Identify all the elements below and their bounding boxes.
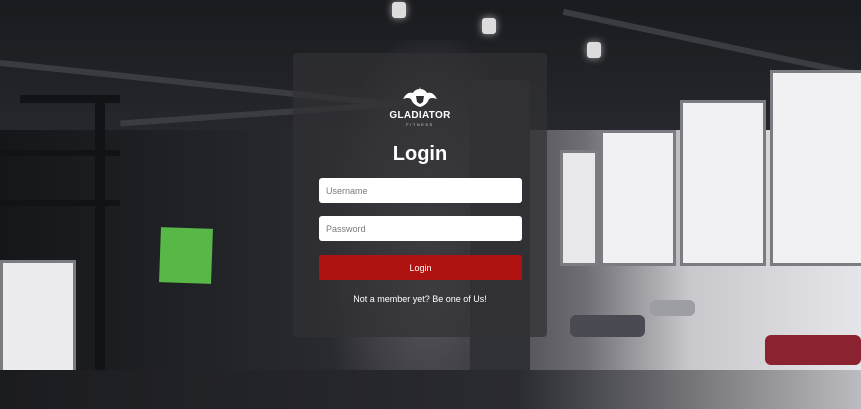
signup-question: Not a member yet? (353, 294, 430, 304)
window (680, 100, 766, 266)
gym-machine (650, 300, 695, 316)
login-card: GLADIATOR FITNESS Login Login Not a memb… (293, 53, 547, 337)
gym-rack (95, 95, 105, 395)
gladiator-helmet-icon (403, 87, 437, 107)
green-banner (159, 227, 213, 284)
floor (0, 370, 861, 409)
brand-logo: GLADIATOR FITNESS (293, 87, 547, 127)
signup-prompt: Not a member yet? Be one of Us! (293, 294, 547, 304)
window (600, 130, 676, 266)
ceiling-light (392, 2, 406, 18)
gym-rack (0, 150, 120, 156)
gym-rack (0, 200, 120, 206)
password-input[interactable] (319, 216, 522, 241)
window (770, 70, 861, 266)
brand-name: GLADIATOR (389, 110, 451, 121)
gym-machine (765, 335, 861, 365)
ceiling-light (587, 42, 601, 58)
login-button[interactable]: Login (319, 255, 522, 280)
window (0, 260, 76, 376)
signup-link[interactable]: Be one of Us! (432, 294, 487, 304)
brand-tagline: FITNESS (406, 122, 434, 127)
gym-rack (20, 95, 120, 103)
gym-machine (570, 315, 645, 337)
ceiling-light (482, 18, 496, 34)
username-input[interactable] (319, 178, 522, 203)
window (560, 150, 598, 266)
login-title: Login (392, 143, 448, 165)
